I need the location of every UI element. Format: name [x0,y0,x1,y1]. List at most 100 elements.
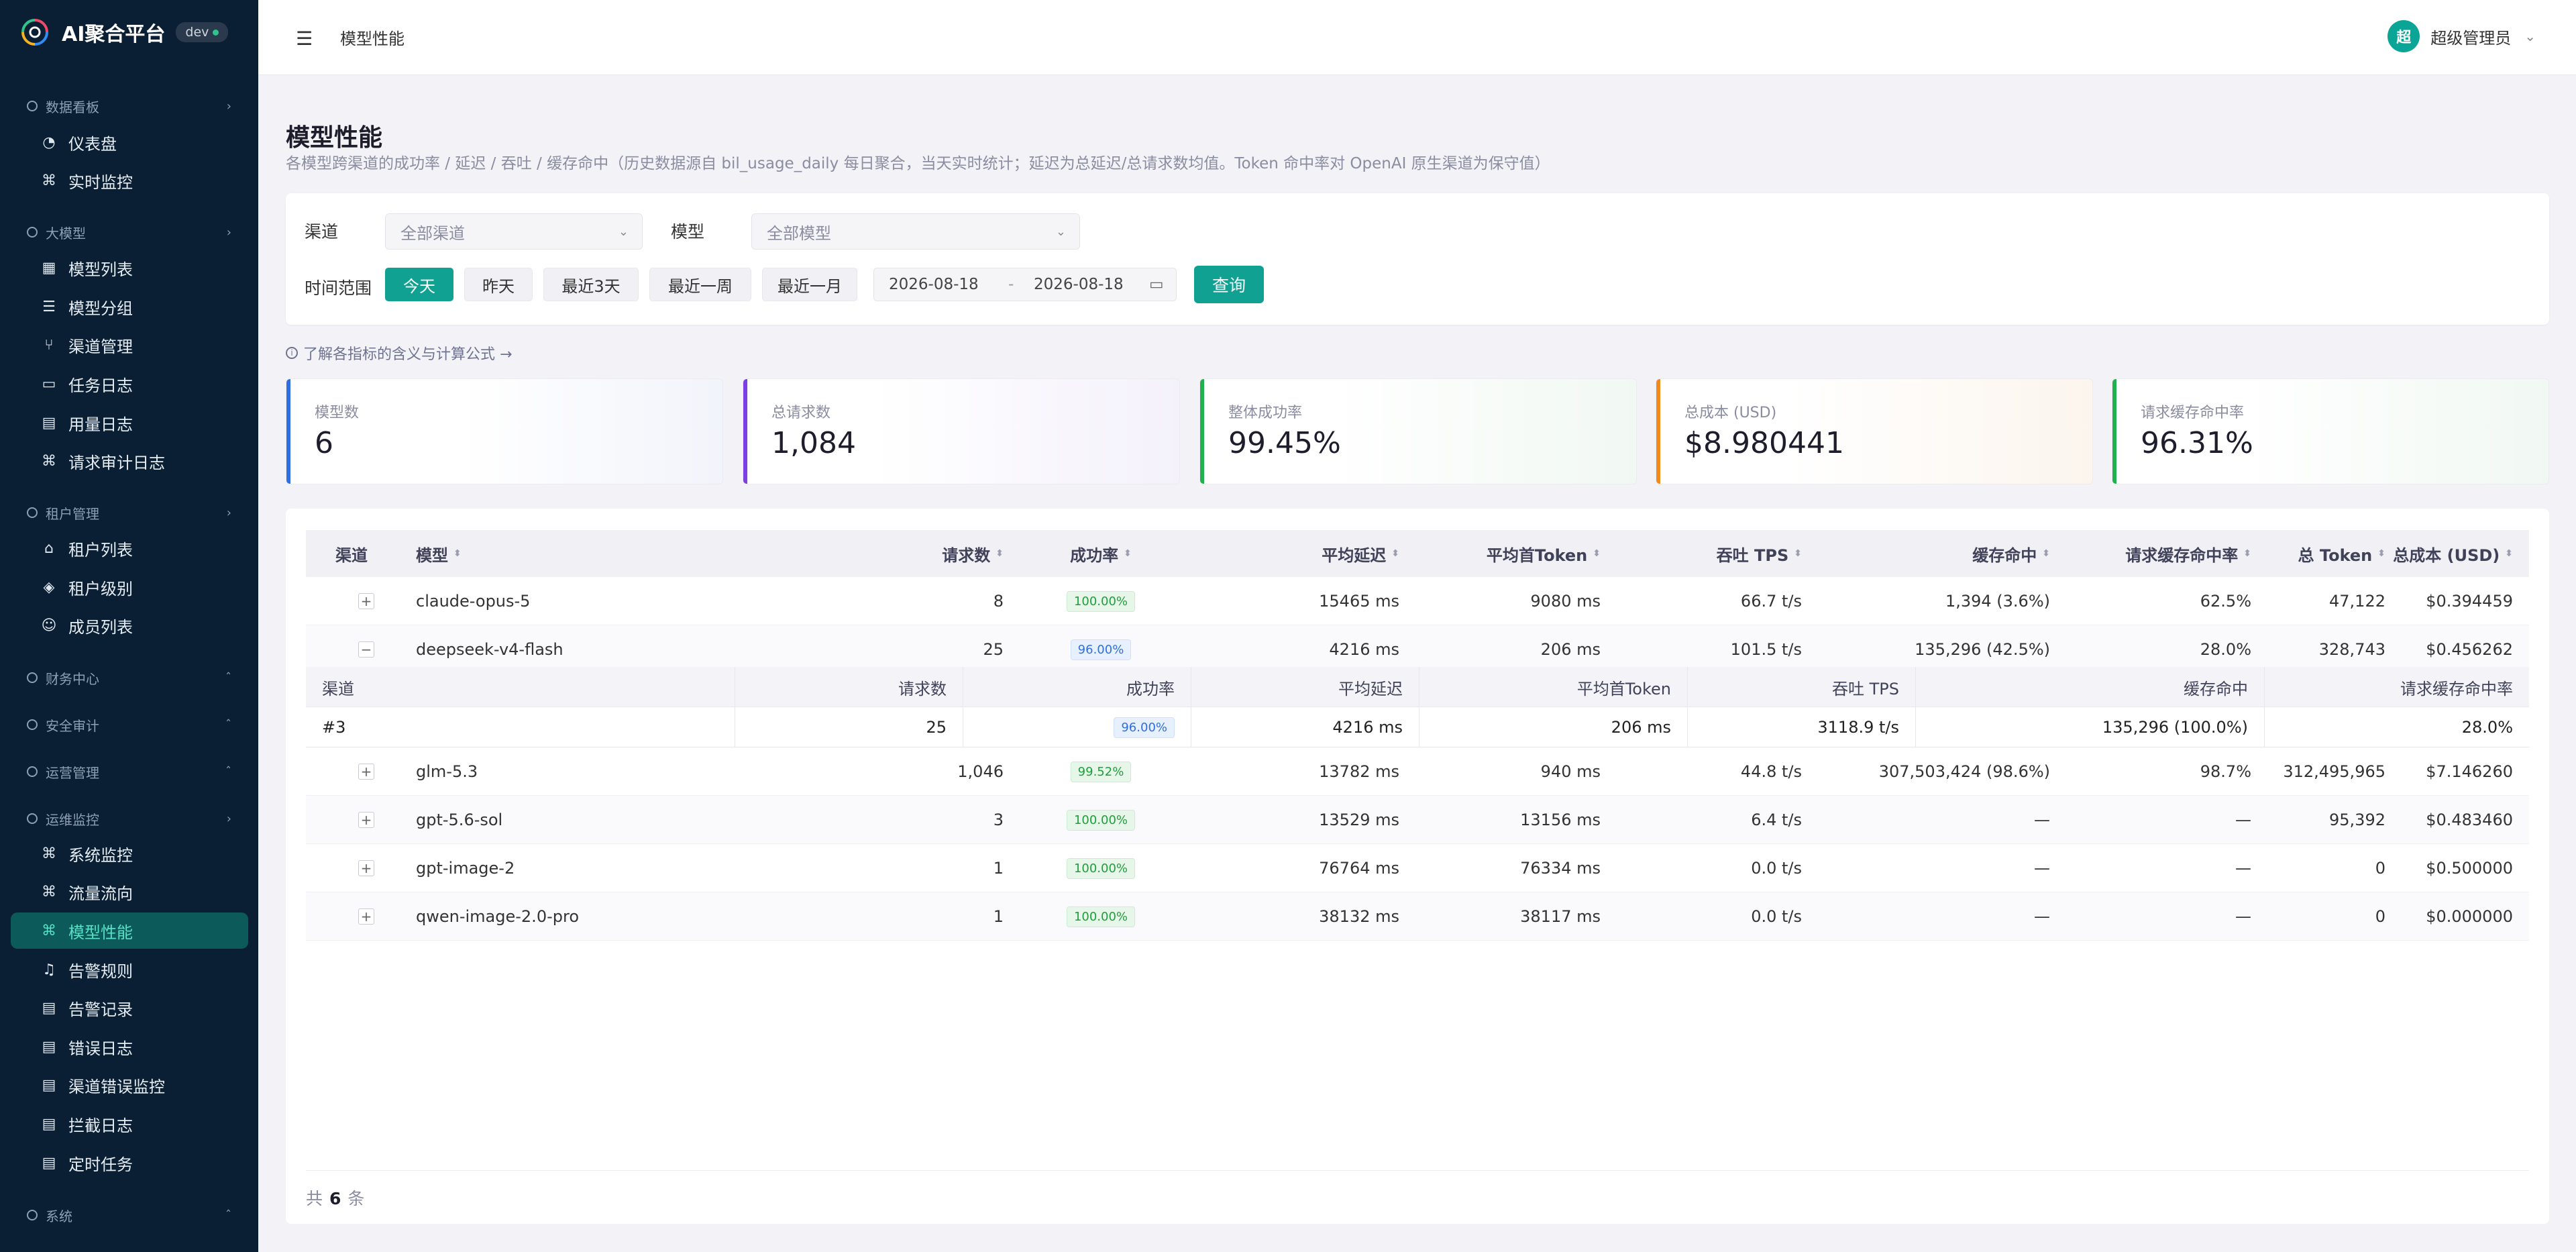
sidebar-item-model-list[interactable]: ▦ 模型列表 [11,250,248,286]
col-total-tokens[interactable]: 总 Token ⬍ [2251,530,2385,577]
sort-icon[interactable]: ⬍ [1124,549,1132,558]
group-ops-monitor[interactable]: 运维监控 › [27,805,231,832]
command-icon: ⌘ [42,845,56,862]
stat-label: 整体成功率 [1228,405,1303,421]
sidebar-item-error-log[interactable]: ▤ 错误日志 [11,1029,248,1065]
sidebar-item-scheduled-tasks[interactable]: ▤ 定时任务 [11,1145,248,1181]
sidebar-item-tenant-list[interactable]: ⌂ 租户列表 [11,530,248,566]
sidebar-item-usage-log[interactable]: ▤ 用量日志 [11,405,248,441]
collapse-row-icon[interactable]: − [358,641,374,658]
document-icon: ▤ [42,999,56,1016]
chevron-right-icon: › [226,505,231,520]
sidebar-item-label: 定时任务 [68,1155,133,1174]
sidebar-item-intercept-log[interactable]: ▤ 拦截日志 [11,1106,248,1142]
sort-icon[interactable]: ⬍ [2042,549,2050,558]
sidebar-item-label: 任务日志 [68,376,133,395]
col-first-token[interactable]: 平均首Token ⬍ [1399,530,1601,577]
stat-label: 总请求数 [771,405,831,421]
stat-accent [286,379,290,484]
sort-icon[interactable]: ⬍ [2377,549,2385,558]
sub-col-channel: 渠道 [306,667,735,707]
sidebar-item-system-monitor[interactable]: ⌘ 系统监控 [11,835,248,872]
group-finance[interactable]: 财务中心 ˆ [27,664,231,691]
sort-icon[interactable]: ⬍ [2505,549,2513,558]
cell-cost: $0.500000 [2426,859,2513,878]
col-total-cost[interactable]: 总成本 (USD) ⬍ [2385,530,2513,577]
command-icon: ⌘ [42,172,56,189]
model-select[interactable]: 全部模型 ⌄ [751,213,1080,250]
sub-cell-req-cache: 28.0% [2461,718,2513,737]
sidebar-item-label: 请求审计日志 [68,453,165,472]
stat-value: 99.45% [1228,426,1341,460]
range-week-button[interactable]: 最近一周 [649,268,751,301]
channel-select[interactable]: 全部渠道 ⌄ [385,213,643,250]
group-operations[interactable]: 运营管理 ˆ [27,758,231,785]
sidebar-item-audit-log[interactable]: ⌘ 请求审计日志 [11,443,248,479]
sidebar-item-alert-rules[interactable]: ♫ 告警规则 [11,951,248,988]
range-3days-button[interactable]: 最近3天 [543,268,639,301]
sidebar-item-model-group[interactable]: ☰ 模型分组 [11,289,248,325]
col-tps[interactable]: 吞吐 TPS ⬍ [1601,530,1802,577]
stat-value: 1,084 [771,426,856,460]
sidebar-item-task-log[interactable]: ▭ 任务日志 [11,366,248,402]
range-month-button[interactable]: 最近一月 [762,268,857,301]
sidebar-item-channel-errors[interactable]: ▤ 渠道错误监控 [11,1067,248,1103]
col-req-cache-rate[interactable]: 请求缓存命中率 ⬍ [2050,530,2251,577]
cell-req-cache: 62.5% [2200,592,2251,611]
group-llm[interactable]: 大模型 › [27,219,231,246]
info-icon: i [286,347,298,359]
stat-value: 6 [315,426,333,460]
sidebar-item-alert-records[interactable]: ▤ 告警记录 [11,990,248,1026]
table-row: + claude-opus-5 8 100.00% 15465 ms 9080 ms 66.… [306,577,2529,625]
cell-cache-hit: 1,394 (3.6%) [1945,592,2050,611]
sidebar-item-label: 仪表盘 [68,134,117,154]
sort-icon[interactable]: ⬍ [1593,549,1601,558]
expand-row-icon[interactable]: + [358,593,374,609]
col-latency[interactable]: 平均延迟 ⬍ [1198,530,1399,577]
sidebar-item-realtime[interactable]: ⌘ 实时监控 [11,162,248,199]
sidebar-item-tenant-level[interactable]: ◈ 租户级别 [11,569,248,605]
col-success-rate[interactable]: 成功率 ⬍ [1004,530,1198,577]
success-rate-badge: 100.00% [1066,809,1136,831]
col-cache-hit[interactable]: 缓存命中 ⬍ [1802,530,2050,577]
sort-icon[interactable]: ⬍ [453,549,462,558]
sidebar-item-members[interactable]: ☺ 成员列表 [11,607,248,643]
expand-row-icon[interactable]: + [358,812,374,828]
sort-icon[interactable]: ⬍ [1391,549,1399,558]
sidebar-item-dashboard[interactable]: ◔ 仪表盘 [11,124,248,160]
group-icon [27,227,38,238]
group-security[interactable]: 安全审计 ˆ [27,711,231,738]
range-today-button[interactable]: 今天 [385,268,453,301]
sort-icon[interactable]: ⬍ [996,549,1004,558]
expand-row-icon[interactable]: + [358,860,374,876]
metrics-help-link[interactable]: i 了解各指标的含义与计算公式 → [286,342,512,364]
range-yesterday-button[interactable]: 昨天 [464,268,533,301]
query-button[interactable]: 查询 [1194,266,1264,303]
group-system[interactable]: 系统 ˆ [27,1202,231,1229]
sidebar-item-channel[interactable]: ⑂ 渠道管理 [11,327,248,363]
sort-icon[interactable]: ⬍ [2243,549,2251,558]
cell-latency: 15465 ms [1319,592,1399,611]
model-select-value: 全部模型 [767,223,831,243]
command-icon: ⌘ [42,922,56,939]
col-model[interactable]: 模型 ⬍ [416,530,462,577]
expand-row-icon[interactable]: + [358,764,374,780]
date-end: 2026-08-18 [1034,276,1124,293]
date-range-picker[interactable]: 2026-08-18 - 2026-08-18 ▭ [873,268,1177,301]
sort-icon[interactable]: ⬍ [1794,549,1802,558]
group-dashboard[interactable]: 数据看板 › [27,93,231,119]
group-title-label: 大模型 [46,225,86,242]
sidebar-item-label: 模型列表 [68,260,133,279]
sub-cell-requests: 25 [735,707,963,747]
user-menu[interactable]: 超 超级管理员 ⌄ [2387,20,2536,52]
expand-row-icon[interactable]: + [358,908,374,925]
group-tenant[interactable]: 租户管理 › [27,499,231,526]
menu-collapse-icon[interactable]: ☰ [296,28,316,50]
chevron-up-icon: ˆ [225,670,231,685]
col-requests[interactable]: 请求数 ⬍ [782,530,1004,577]
sidebar-item-traffic[interactable]: ⌘ 流量流向 [11,874,248,910]
sidebar-item-label: 用量日志 [68,415,133,434]
sidebar-item-model-performance[interactable]: ⌘ 模型性能 [11,912,248,949]
topbar: ☰ 模型性能 超 超级管理员 ⌄ [258,0,2576,75]
sidebar: AI聚合平台 dev 数据看板 › ◔ 仪表盘 ⌘ 实时监控 大模型 › ▦ 模型列表 ☰… [0,0,258,1252]
